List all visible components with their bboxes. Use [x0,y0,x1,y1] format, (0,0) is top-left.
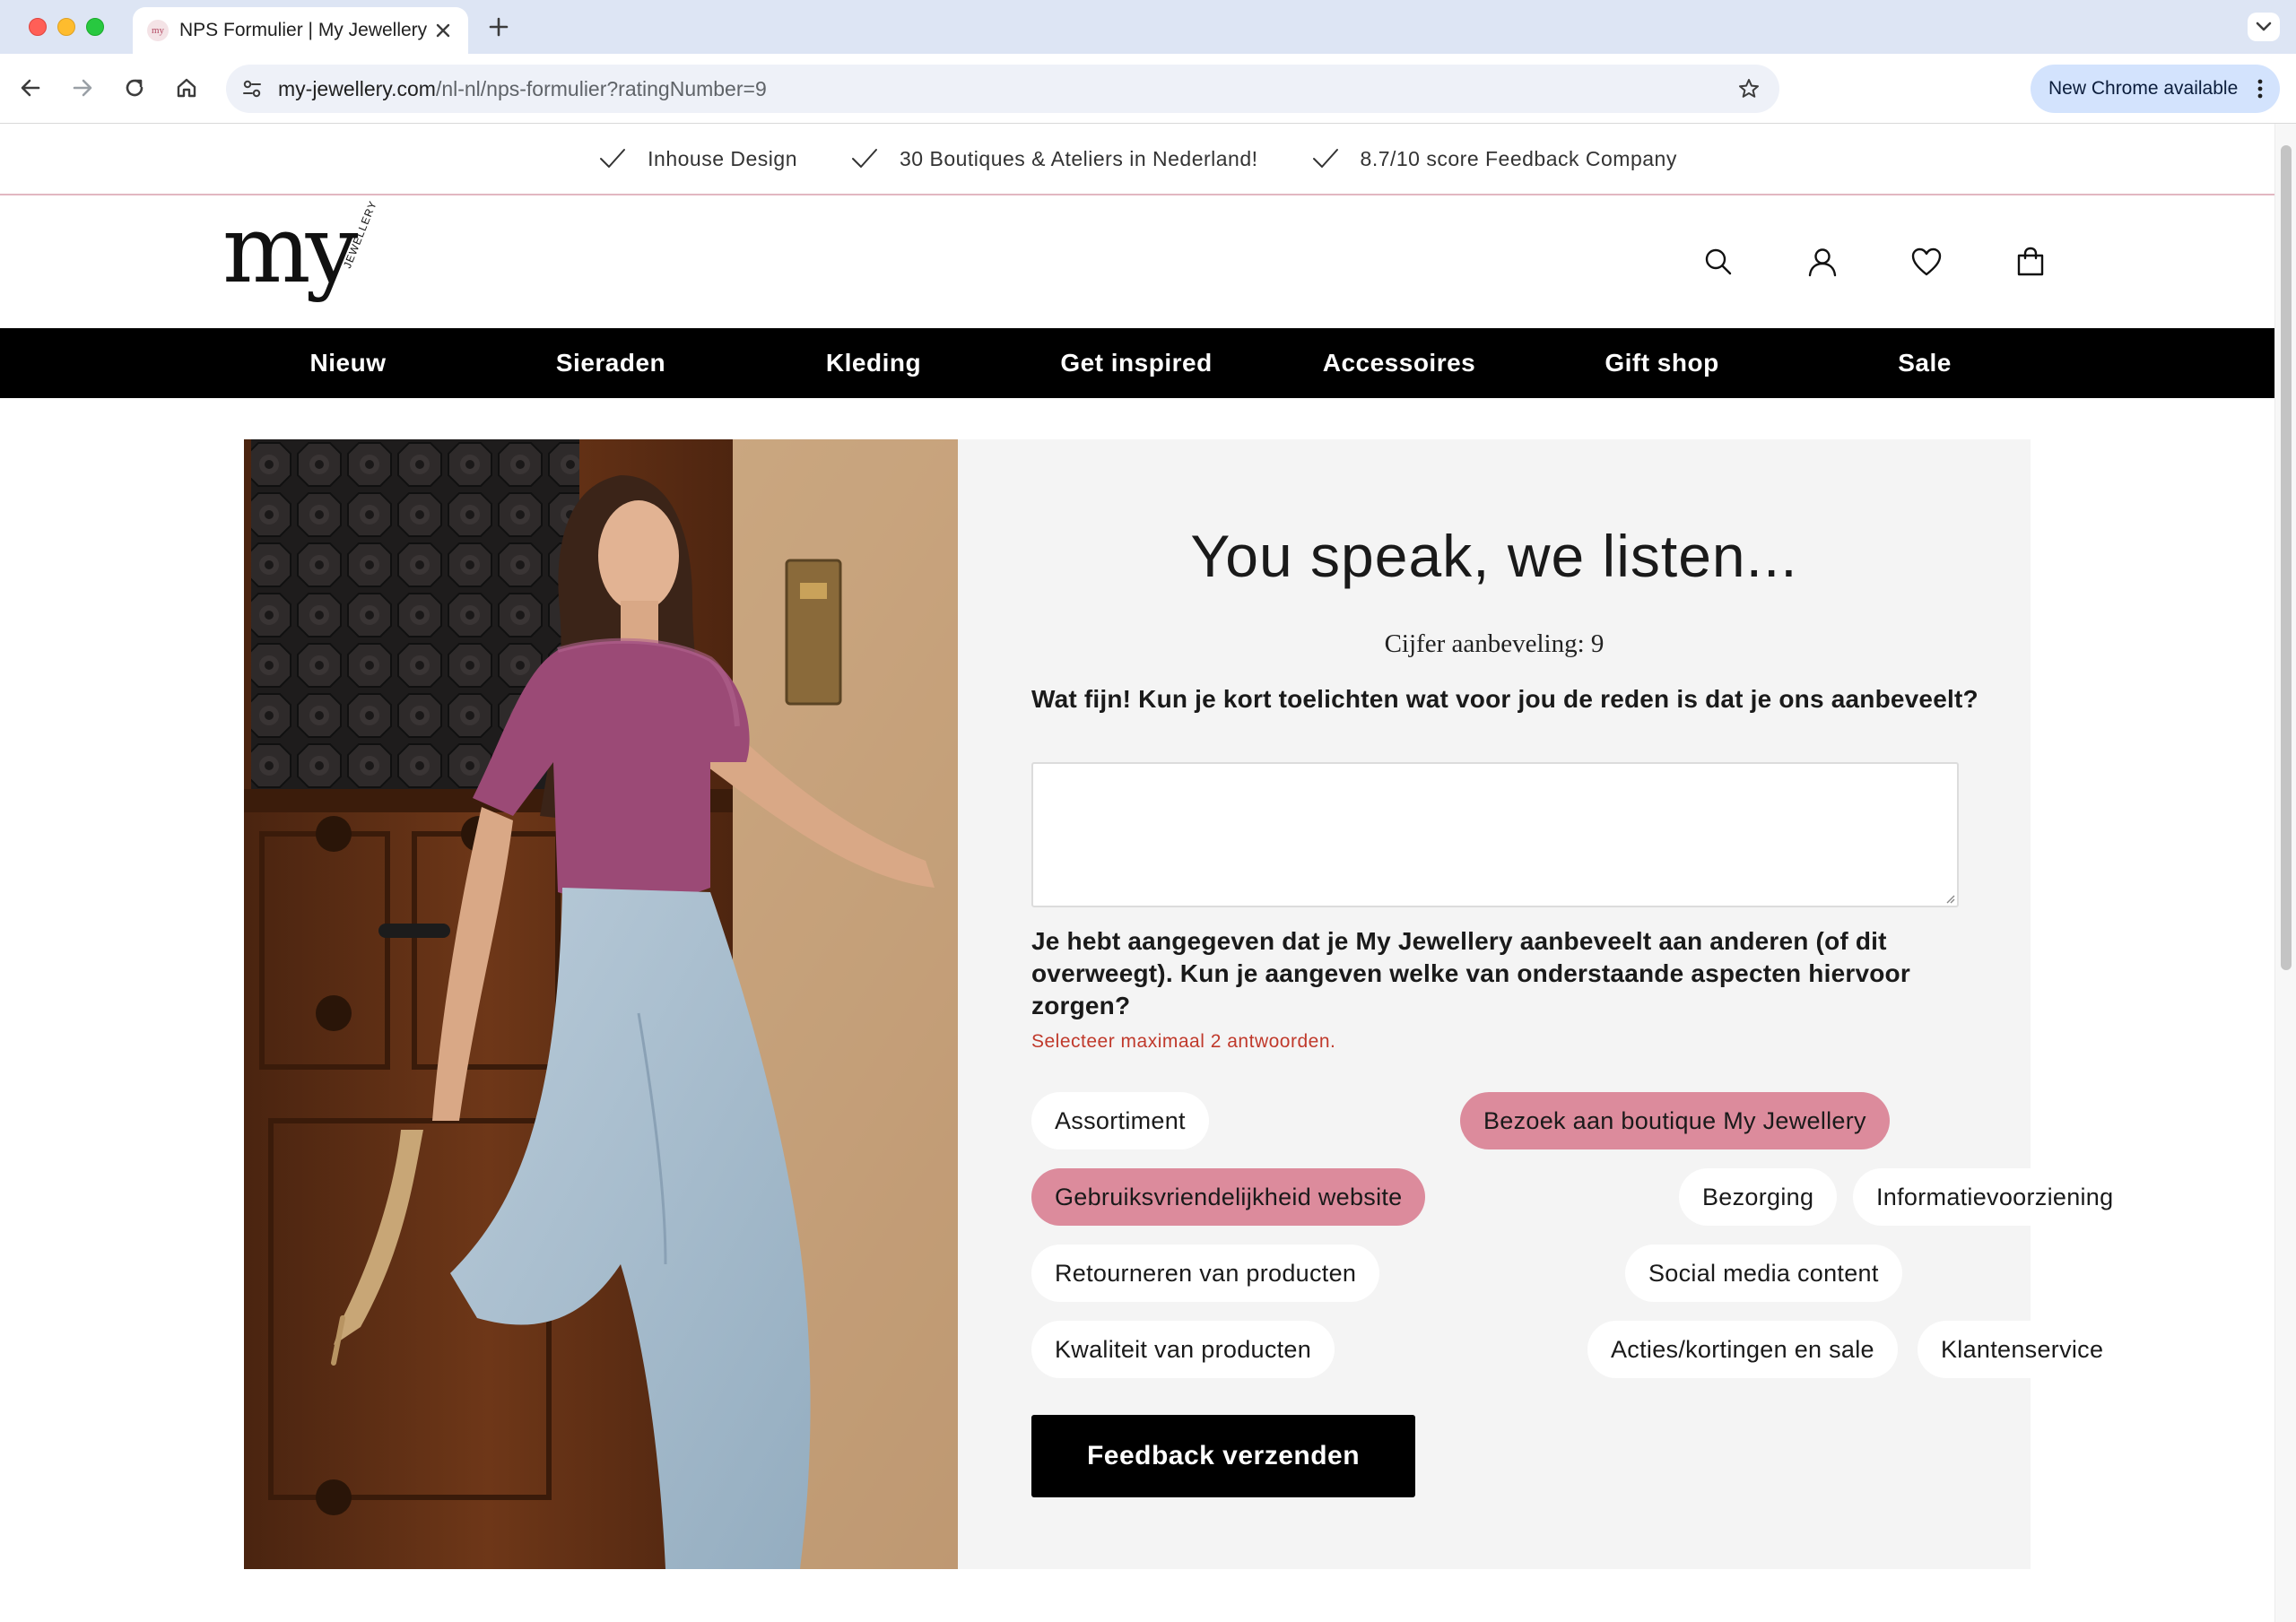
option-chip[interactable]: Bezorging [1679,1168,1838,1226]
url-path: /nl-nl/nps-formulier?ratingNumber=9 [435,77,767,100]
nav-item-sieraden[interactable]: Sieraden [556,328,665,398]
back-arrow-icon[interactable] [14,72,47,104]
option-chip-selected[interactable]: Gebruiksvriendelijkheid website [1031,1168,1426,1226]
nps-section: You speak, we listen... Cijfer aanbeveli… [244,439,2137,1569]
minimize-window-button[interactable] [57,18,75,36]
usp-label: 30 Boutiques & Ateliers in Nederland! [900,146,1258,170]
usp-bar: Inhouse Design 30 Boutiques & Ateliers i… [0,124,2274,195]
submit-feedback-button[interactable]: Feedback verzenden [1031,1415,1415,1497]
usp-label: Inhouse Design [648,146,797,170]
close-window-button[interactable] [29,18,47,36]
nps-form: You speak, we listen... Cijfer aanbeveli… [958,439,2137,1569]
option-chip[interactable]: Assortiment [1031,1092,1209,1149]
url-text: my-jewellery.com/nl-nl/nps-formulier?rat… [278,65,767,113]
zoom-window-button[interactable] [86,18,104,36]
tab-search-button[interactable] [2248,13,2280,41]
rating-text: Cijfer aanbeveling: 9 [1384,629,1605,658]
nav-item-get-inspired[interactable]: Get inspired [1060,328,1212,398]
forward-arrow-icon[interactable] [66,72,99,104]
site-logo[interactable]: my JEWELLERY [222,199,384,310]
nav-item-nieuw[interactable]: Nieuw [310,328,387,398]
new-tab-icon[interactable] [484,13,513,41]
max-answers-hint: Selecteer maximaal 2 antwoorden. [1031,1031,1336,1052]
chrome-update-button[interactable]: New Chrome available [2031,65,2280,113]
browser-toolbar: my-jewellery.com/nl-nl/nps-formulier?rat… [0,54,2296,124]
usp-item: 30 Boutiques & Ateliers in Nederland! [849,143,1258,174]
web-page: Inhouse Design 30 Boutiques & Ateliers i… [0,124,2274,1622]
url-host: my-jewellery.com [278,77,436,100]
form-title: You speak, we listen... [1190,523,1798,589]
nav-item-gift-shop[interactable]: Gift shop [1605,328,1718,398]
option-chip-selected[interactable]: Bezoek aan boutique My Jewellery [1460,1092,1890,1149]
heart-icon[interactable] [1909,244,1944,280]
option-chip[interactable]: Kwaliteit van producten [1031,1321,1335,1378]
bookmark-star-icon[interactable] [1736,76,1761,101]
check-icon [1312,149,1338,168]
question-reason-label: Wat fijn! Kun je kort toelichten wat voo… [1031,685,1979,713]
nav-item-kleding[interactable]: Kleding [826,328,921,398]
option-chip[interactable]: Informatievoorziening [1853,1168,2137,1226]
reload-icon[interactable] [118,72,151,104]
home-icon[interactable] [170,72,203,104]
tab-title: NPS Formulier | My Jewellery [179,20,428,40]
option-chip[interactable]: Acties/kortingen en sale [1587,1321,1898,1378]
more-vert-icon[interactable] [2253,76,2267,101]
chevron-down-icon [2256,22,2272,31]
photo-illustration [244,439,958,1569]
check-icon [600,149,626,168]
option-chip[interactable]: Retourneren van producten [1031,1245,1380,1302]
option-chip[interactable]: Social media content [1625,1245,1902,1302]
question-aspects-label: Je hebt aangegeven dat je My Jewellery a… [1031,927,1910,1019]
site-header: my JEWELLERY [0,197,2274,328]
site-info-icon[interactable] [240,77,264,100]
account-icon[interactable] [1805,244,1840,280]
model-photo [244,439,958,1569]
bag-icon[interactable] [2013,244,2048,280]
check-icon [852,149,877,168]
logo-wordmark: my [222,195,358,304]
search-icon[interactable] [1700,244,1736,280]
main-navigation: Nieuw Sieraden Kleding Get inspired Acce… [0,328,2274,398]
scrollbar-thumb[interactable] [2281,145,2292,970]
address-bar[interactable]: my-jewellery.com/nl-nl/nps-formulier?rat… [226,65,1779,113]
chrome-update-label: New Chrome available [2048,78,2239,99]
usp-item: Inhouse Design [597,143,797,174]
nav-item-accessoires[interactable]: Accessoires [1323,328,1476,398]
resize-grip-icon[interactable] [1944,893,1955,904]
close-tab-icon[interactable] [430,18,456,43]
usp-item: 8.7/10 score Feedback Company [1310,143,1677,174]
usp-label: 8.7/10 score Feedback Company [1360,146,1677,170]
nav-item-sale[interactable]: Sale [1898,328,1952,398]
page-scrollbar[interactable] [2274,124,2296,1622]
browser-tab-active[interactable]: my NPS Formulier | My Jewellery [133,7,468,54]
favicon-icon: my [147,20,169,41]
option-chip[interactable]: Klantenservice [1918,1321,2127,1378]
browser-tab-strip: my NPS Formulier | My Jewellery [0,0,2296,54]
reason-textarea[interactable] [1031,762,1959,907]
